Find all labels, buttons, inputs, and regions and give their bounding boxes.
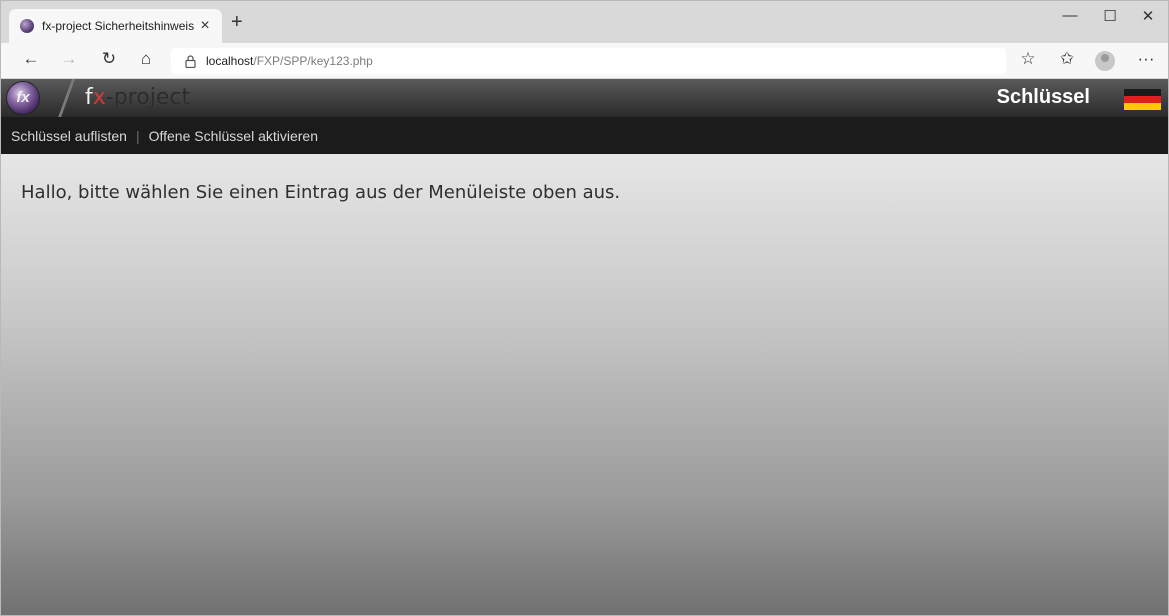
brand-f: f: [85, 85, 93, 110]
minimize-icon[interactable]: —: [1055, 7, 1085, 24]
address-bar[interactable]: localhost/FXP/SPP/key123.php: [171, 48, 1006, 74]
back-icon[interactable]: ←: [19, 49, 43, 69]
home-icon[interactable]: ⌂: [134, 49, 158, 69]
tab-title: fx-project Sicherheitshinweis: [42, 19, 195, 33]
fx-logo-icon[interactable]: fx: [7, 82, 39, 114]
brand-x: x: [92, 85, 106, 110]
profile-icon[interactable]: [1095, 51, 1115, 71]
url-host: localhost: [206, 54, 254, 68]
browser-window: fx-project Sicherheitshinweis × + — ☐ ✕ …: [0, 0, 1169, 616]
brand-name: fx-project: [85, 85, 190, 111]
welcome-message: Hallo, bitte wählen Sie einen Eintrag au…: [21, 182, 621, 203]
section-title: Schlüssel: [996, 86, 1090, 108]
menu-bar: Schlüssel auflisten | Offene Schlüssel a…: [1, 117, 1168, 154]
new-tab-icon[interactable]: +: [231, 11, 243, 34]
tab-close-icon[interactable]: ×: [196, 17, 214, 35]
site-header: fx fx-project Schlüssel: [1, 79, 1168, 117]
menu-item-list-keys[interactable]: Schlüssel auflisten: [11, 128, 127, 144]
menu-item-activate-keys[interactable]: Offene Schlüssel aktivieren: [149, 128, 318, 144]
maximize-icon[interactable]: ☐: [1095, 7, 1125, 25]
more-menu-icon[interactable]: ···: [1134, 49, 1158, 69]
logo-mark: fx: [16, 89, 30, 106]
browser-toolbar: ← → ↻ ⌂ localhost/FXP/SPP/key123.php ☆ ✩…: [1, 43, 1168, 79]
lock-icon[interactable]: [185, 54, 196, 68]
german-flag-icon[interactable]: [1124, 89, 1161, 110]
fx-project-favicon-icon: [20, 19, 34, 33]
close-window-icon[interactable]: ✕: [1133, 7, 1163, 25]
brand-rest: -project: [105, 85, 191, 110]
add-favorite-icon[interactable]: ☆: [1016, 49, 1040, 69]
content-area: Hallo, bitte wählen Sie einen Eintrag au…: [1, 154, 1168, 615]
tab-active[interactable]: fx-project Sicherheitshinweis ×: [9, 9, 222, 43]
menu-separator: |: [135, 127, 140, 144]
reload-icon[interactable]: ↻: [97, 49, 121, 69]
web-page: fx fx-project Schlüssel Schlüssel auflis…: [1, 79, 1168, 615]
tab-strip: fx-project Sicherheitshinweis × + — ☐ ✕: [1, 1, 1168, 43]
header-stripe: [53, 79, 81, 117]
url-path: /FXP/SPP/key123.php: [253, 54, 373, 68]
forward-icon[interactable]: →: [57, 49, 81, 69]
favorites-icon[interactable]: ✩: [1055, 49, 1079, 69]
